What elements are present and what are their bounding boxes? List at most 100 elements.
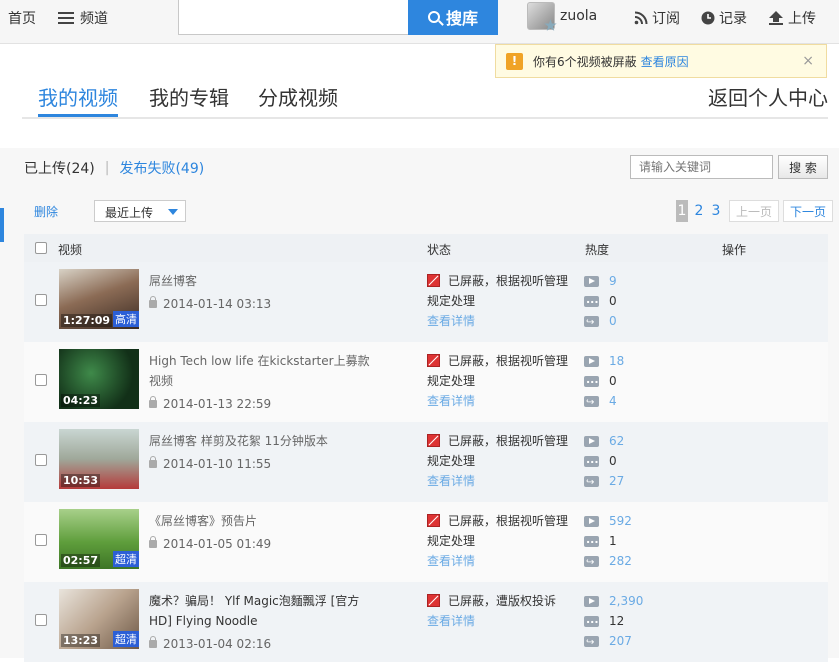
- quality-badge: 高清: [113, 311, 139, 327]
- lock-icon: [149, 636, 157, 648]
- blocked-icon: [427, 434, 440, 447]
- video-thumbnail[interactable]: 10:53: [59, 429, 139, 489]
- blocked-notice: ! 你有6个视频被屏蔽 查看原因 ×: [495, 44, 827, 78]
- play-icon: [584, 275, 599, 287]
- status-text-cont: 规定处理: [427, 454, 476, 468]
- share-count[interactable]: 207: [609, 631, 632, 651]
- status-text: 已屏蔽，根据视听管理: [448, 434, 569, 448]
- view-reason-link[interactable]: 查看原因: [641, 53, 689, 70]
- duration-label: 10:53: [61, 474, 101, 487]
- share-icon: [584, 313, 599, 333]
- blocked-icon: [427, 354, 440, 367]
- notice-text: 你有6个视频被屏蔽: [533, 54, 637, 69]
- date-text: 2013-01-04 02:16: [163, 637, 272, 651]
- play-icon: [584, 355, 599, 367]
- prev-page-button[interactable]: 上一页: [729, 200, 779, 222]
- lock-icon: [149, 536, 157, 548]
- view-detail-link[interactable]: 查看详情: [427, 394, 475, 408]
- row-checkbox[interactable]: [35, 374, 47, 386]
- table-row: 13:23 超清 魔术？骗局！ Ylf Magic泡麵飄浮 [官方HD] Fly…: [24, 582, 828, 662]
- play-count[interactable]: 9: [609, 271, 617, 291]
- play-icon: [584, 435, 599, 447]
- search-input[interactable]: [178, 0, 410, 35]
- subscribe-link[interactable]: 订阅: [634, 8, 680, 28]
- row-checkbox[interactable]: [35, 614, 47, 626]
- share-icon: [584, 633, 599, 653]
- back-to-center-link[interactable]: 返回个人中心: [708, 82, 828, 111]
- play-count[interactable]: 18: [609, 351, 624, 371]
- video-thumbnail[interactable]: 04:23: [59, 349, 139, 409]
- status-text-cont: 规定处理: [427, 374, 476, 388]
- history-link[interactable]: 记录: [701, 8, 747, 28]
- comment-count: 0: [609, 374, 617, 388]
- delete-button[interactable]: 删除: [34, 203, 58, 220]
- video-title[interactable]: 屌丝博客: [149, 271, 374, 291]
- video-thumbnail[interactable]: 1:27:09 高清: [59, 269, 139, 329]
- play-count[interactable]: 62: [609, 431, 624, 451]
- heat-stats: 592 1 282: [584, 511, 632, 573]
- keyword-input[interactable]: [630, 155, 773, 179]
- upload-link[interactable]: 上传: [768, 8, 816, 28]
- view-detail-link[interactable]: 查看详情: [427, 474, 475, 488]
- status-text: 已屏蔽，遭版权投诉: [448, 594, 557, 608]
- comment-icon: [584, 370, 599, 390]
- row-checkbox[interactable]: [35, 294, 47, 306]
- video-thumbnail[interactable]: 13:23 超清: [59, 589, 139, 649]
- video-thumbnail[interactable]: 02:57 超清: [59, 509, 139, 569]
- upload-date: 2014-01-14 03:13: [149, 296, 271, 311]
- tab-split-videos[interactable]: 分成视频: [258, 82, 338, 111]
- username-link[interactable]: zuola: [560, 8, 597, 24]
- view-detail-link[interactable]: 查看详情: [427, 314, 475, 328]
- comment-count: 1: [609, 534, 617, 548]
- warning-icon: !: [506, 52, 523, 70]
- home-link[interactable]: 首页: [8, 8, 36, 28]
- upload-label: 上传: [788, 11, 816, 27]
- status-cell: 已屏蔽，遭版权投诉 查看详情: [427, 591, 577, 631]
- keyword-search-button[interactable]: 搜 索: [778, 155, 828, 179]
- sort-select[interactable]: 最近上传: [94, 200, 186, 222]
- tab-my-videos[interactable]: 我的视频: [38, 82, 118, 111]
- uploaded-filter[interactable]: 已上传(24): [24, 158, 95, 178]
- page-1[interactable]: 1: [676, 200, 688, 222]
- col-heat: 热度: [585, 243, 610, 257]
- menu-icon: [58, 12, 74, 24]
- next-page-button[interactable]: 下一页: [783, 200, 833, 222]
- share-count[interactable]: 27: [609, 471, 624, 491]
- share-count[interactable]: 282: [609, 551, 632, 571]
- play-icon: [584, 595, 599, 607]
- video-title[interactable]: 屌丝博客 样剪及花絮 11分钟版本: [149, 431, 374, 451]
- tab-my-albums[interactable]: 我的专辑: [149, 82, 229, 111]
- date-text: 2014-01-10 11:55: [163, 457, 272, 471]
- share-count[interactable]: 0: [609, 311, 617, 331]
- view-detail-link[interactable]: 查看详情: [427, 614, 475, 628]
- video-title[interactable]: 魔术？骗局！ Ylf Magic泡麵飄浮 [官方HD] Flying Noodl…: [149, 591, 374, 631]
- video-title[interactable]: 《屌丝博客》预告片: [149, 511, 374, 531]
- table-row: 10:53 屌丝博客 样剪及花絮 11分钟版本 2014-01-10 11:55…: [24, 422, 828, 502]
- status-cell: 已屏蔽，根据视听管理 规定处理 查看详情: [427, 431, 577, 491]
- duration-label: 04:23: [61, 394, 101, 407]
- close-icon[interactable]: ×: [802, 53, 814, 69]
- page-3[interactable]: 3: [710, 200, 722, 222]
- pagination: 1 2 3 上一页 下一页: [676, 200, 833, 222]
- play-count[interactable]: 2,390: [609, 591, 643, 611]
- rss-icon: [634, 11, 648, 25]
- row-checkbox[interactable]: [35, 454, 47, 466]
- row-checkbox[interactable]: [35, 534, 47, 546]
- duration-label: 1:27:09: [61, 314, 113, 327]
- blocked-icon: [427, 514, 440, 527]
- channel-menu[interactable]: 频道: [58, 8, 108, 28]
- chevron-down-icon: [168, 209, 178, 215]
- status-text: 已屏蔽，根据视听管理: [448, 354, 569, 368]
- status-text: 已屏蔽，根据视听管理: [448, 274, 569, 288]
- blocked-icon: [427, 274, 440, 287]
- table-header: 视频 状态 热度 操作: [24, 234, 828, 262]
- view-detail-link[interactable]: 查看详情: [427, 554, 475, 568]
- play-count[interactable]: 592: [609, 511, 632, 531]
- duration-label: 13:23: [61, 634, 101, 647]
- share-count[interactable]: 4: [609, 391, 617, 411]
- search-button[interactable]: 搜库: [408, 0, 498, 35]
- failed-filter[interactable]: 发布失败(49): [119, 158, 204, 178]
- video-title[interactable]: High Tech low life 在kickstarter上募款视频: [149, 351, 374, 391]
- page-2[interactable]: 2: [693, 200, 705, 222]
- select-all-checkbox[interactable]: [35, 242, 47, 254]
